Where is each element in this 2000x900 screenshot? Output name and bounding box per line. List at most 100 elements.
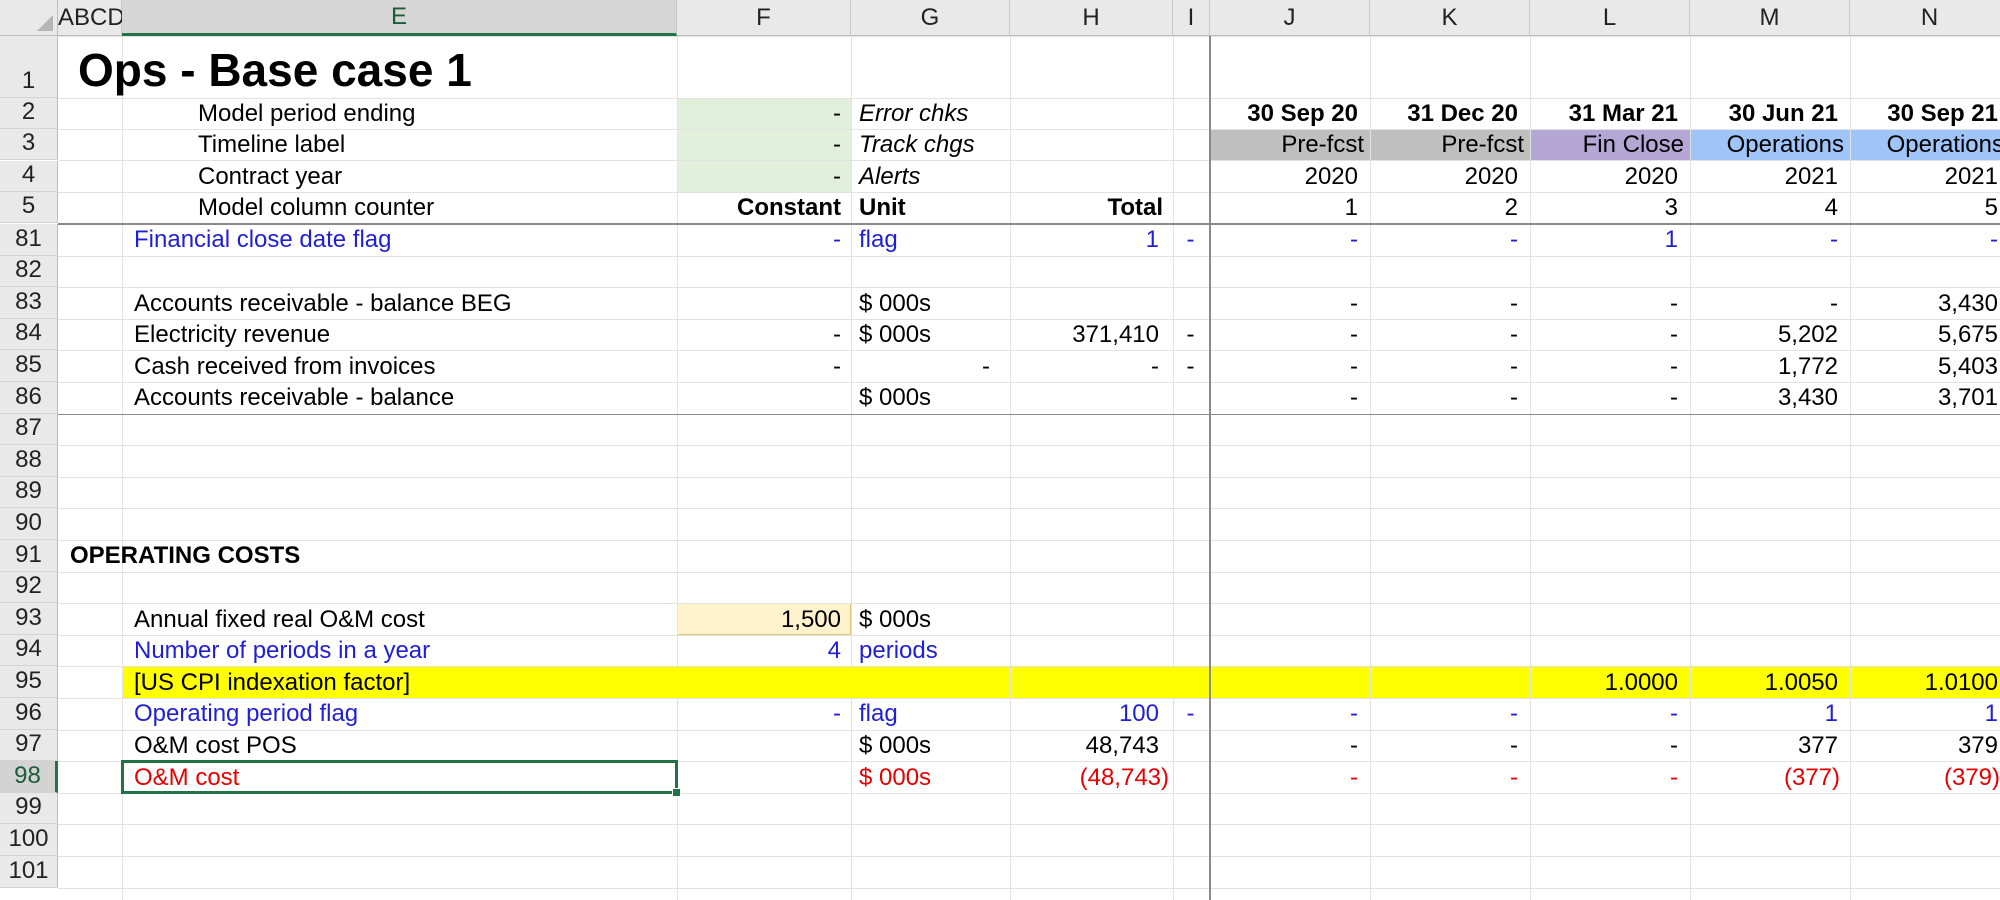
ar-beg-value[interactable]: - (1378, 288, 1518, 319)
ar-bal-value[interactable]: 3,701 (1858, 382, 1998, 413)
period-date[interactable]: 30 Sep 21 (1858, 98, 1998, 129)
row-header-97[interactable]: 97 (0, 729, 58, 762)
cash-recv-value[interactable]: - (1218, 351, 1358, 382)
column-header-m[interactable]: M (1690, 0, 1850, 36)
periods-unit[interactable]: periods (859, 635, 1000, 666)
check-label[interactable]: Alerts (859, 161, 1163, 192)
header-label[interactable]: Model column counter (198, 192, 667, 223)
op-flag-unit[interactable]: flag (859, 698, 1000, 729)
row-header-91[interactable]: 91 (0, 540, 58, 572)
header-label[interactable]: Contract year (198, 161, 667, 192)
elec-rev-value[interactable]: - (1218, 319, 1358, 350)
row-header-81[interactable]: 81 (0, 224, 58, 256)
periods-constant[interactable]: 4 (685, 635, 841, 666)
fin-close-flag-value[interactable]: - (1858, 224, 1998, 255)
timeline-label[interactable]: Operations (1698, 129, 1844, 160)
header-dash[interactable]: - (685, 161, 841, 192)
ar-bal-value[interactable]: - (1538, 382, 1678, 413)
elec-rev-value[interactable]: 5,202 (1698, 319, 1838, 350)
column-header-l[interactable]: L (1530, 0, 1690, 36)
periods-label[interactable]: Number of periods in a year (134, 635, 667, 666)
column-counter[interactable]: 2 (1378, 192, 1518, 223)
row-header-95[interactable]: 95 (0, 666, 58, 698)
om-pos-label[interactable]: O&M cost POS (134, 730, 667, 761)
column-counter[interactable]: 4 (1698, 192, 1838, 223)
contract-year[interactable]: 2021 (1698, 161, 1838, 192)
om-pos-unit[interactable]: $ 000s (859, 730, 1000, 761)
cash-recv-unit[interactable]: - (859, 351, 990, 382)
elec-rev-constant[interactable]: - (685, 319, 841, 350)
column-header-i[interactable]: I (1173, 0, 1210, 36)
cpi-label[interactable]: [US CPI indexation factor] (134, 667, 667, 698)
elec-rev-value[interactable]: 5,675 (1858, 319, 1998, 350)
cpi-value[interactable] (1378, 667, 1518, 698)
row-header-96[interactable]: 96 (0, 698, 58, 730)
row-header-5[interactable]: 5 (0, 192, 58, 223)
contract-year[interactable]: 2020 (1218, 161, 1358, 192)
contract-year[interactable]: 2020 (1378, 161, 1518, 192)
cpi-value[interactable] (1218, 667, 1358, 698)
timeline-label[interactable]: Pre-fcst (1378, 129, 1524, 160)
row-header-99[interactable]: 99 (0, 792, 58, 825)
elec-rev-label[interactable]: Electricity revenue (134, 319, 667, 350)
header-dash[interactable]: - (685, 98, 841, 129)
fin-close-flag-label[interactable]: Financial close date flag (134, 224, 667, 255)
row-header-83[interactable]: 83 (0, 287, 58, 319)
ar-beg-value[interactable]: 3,430 (1858, 288, 1998, 319)
elec-rev-value[interactable]: - (1538, 319, 1678, 350)
constant-header[interactable]: Constant (685, 192, 841, 223)
unit-header[interactable]: Unit (859, 192, 1000, 223)
ar-bal-value[interactable]: 3,430 (1698, 382, 1838, 413)
period-date[interactable]: 31 Dec 20 (1378, 98, 1518, 129)
header-label[interactable]: Timeline label (198, 129, 667, 160)
ar-bal-value[interactable]: - (1218, 382, 1358, 413)
om-cost-unit[interactable]: $ 000s (859, 762, 1000, 793)
om-fixed-constant[interactable]: 1,500 (685, 604, 841, 635)
contract-year[interactable]: 2020 (1538, 161, 1678, 192)
ar-beg-unit[interactable]: $ 000s (859, 288, 1000, 319)
om-cost-total[interactable]: (48,743) (1018, 762, 1169, 793)
om-pos-value[interactable]: 379 (1858, 730, 1998, 761)
row-header-3[interactable]: 3 (0, 129, 58, 160)
header-label[interactable]: Model period ending (198, 98, 667, 129)
row-header-92[interactable]: 92 (0, 571, 58, 604)
fin-close-flag-check[interactable]: - (1181, 224, 1200, 255)
op-flag-constant[interactable]: - (685, 698, 841, 729)
om-pos-value[interactable]: - (1538, 730, 1678, 761)
header-dash[interactable]: - (685, 129, 841, 160)
fin-close-flag-constant[interactable]: - (685, 224, 841, 255)
op-flag-value[interactable]: - (1538, 698, 1678, 729)
fin-close-flag-value[interactable]: 1 (1538, 224, 1678, 255)
row-header-84[interactable]: 84 (0, 318, 58, 351)
timeline-label[interactable]: Fin Close (1538, 129, 1684, 160)
om-cost-value[interactable]: - (1378, 762, 1518, 793)
fin-close-flag-value[interactable]: - (1378, 224, 1518, 255)
om-pos-total[interactable]: 48,743 (1018, 730, 1159, 761)
cash-recv-value[interactable]: - (1378, 351, 1518, 382)
row-header-1[interactable]: 1 (0, 36, 58, 98)
row-header-101[interactable]: 101 (0, 856, 58, 888)
period-date[interactable]: 30 Sep 20 (1218, 98, 1358, 129)
row-header-85[interactable]: 85 (0, 350, 58, 382)
om-fixed-label[interactable]: Annual fixed real O&M cost (134, 604, 667, 635)
fin-close-flag-unit[interactable]: flag (859, 224, 1000, 255)
om-pos-value[interactable]: - (1218, 730, 1358, 761)
row-header-2[interactable]: 2 (0, 98, 58, 129)
om-cost-value[interactable]: - (1538, 762, 1678, 793)
op-flag-total[interactable]: 100 (1018, 698, 1159, 729)
cpi-value[interactable]: 1.0100 (1858, 667, 1998, 698)
contract-year[interactable]: 2021 (1858, 161, 1998, 192)
ar-beg-label[interactable]: Accounts receivable - balance BEG (134, 288, 667, 319)
period-date[interactable]: 31 Mar 21 (1538, 98, 1678, 129)
column-header-g[interactable]: G (851, 0, 1010, 36)
fin-close-flag-value[interactable]: - (1698, 224, 1838, 255)
timeline-label[interactable]: Pre-fcst (1218, 129, 1364, 160)
column-header-j[interactable]: J (1210, 0, 1370, 36)
elec-rev-total[interactable]: 371,410 (1018, 319, 1159, 350)
cash-recv-total[interactable]: - (1018, 351, 1159, 382)
spreadsheet-grid[interactable]: ABCD E F G H I J K L M N 1 2 3 4 5 81 82 83 84 85 86 87 88 89 90 9… (0, 0, 2000, 900)
row-header-86[interactable]: 86 (0, 382, 58, 414)
check-label[interactable]: Track chgs (859, 129, 1163, 160)
ar-beg-value[interactable]: - (1218, 288, 1358, 319)
row-header-82[interactable]: 82 (0, 255, 58, 288)
